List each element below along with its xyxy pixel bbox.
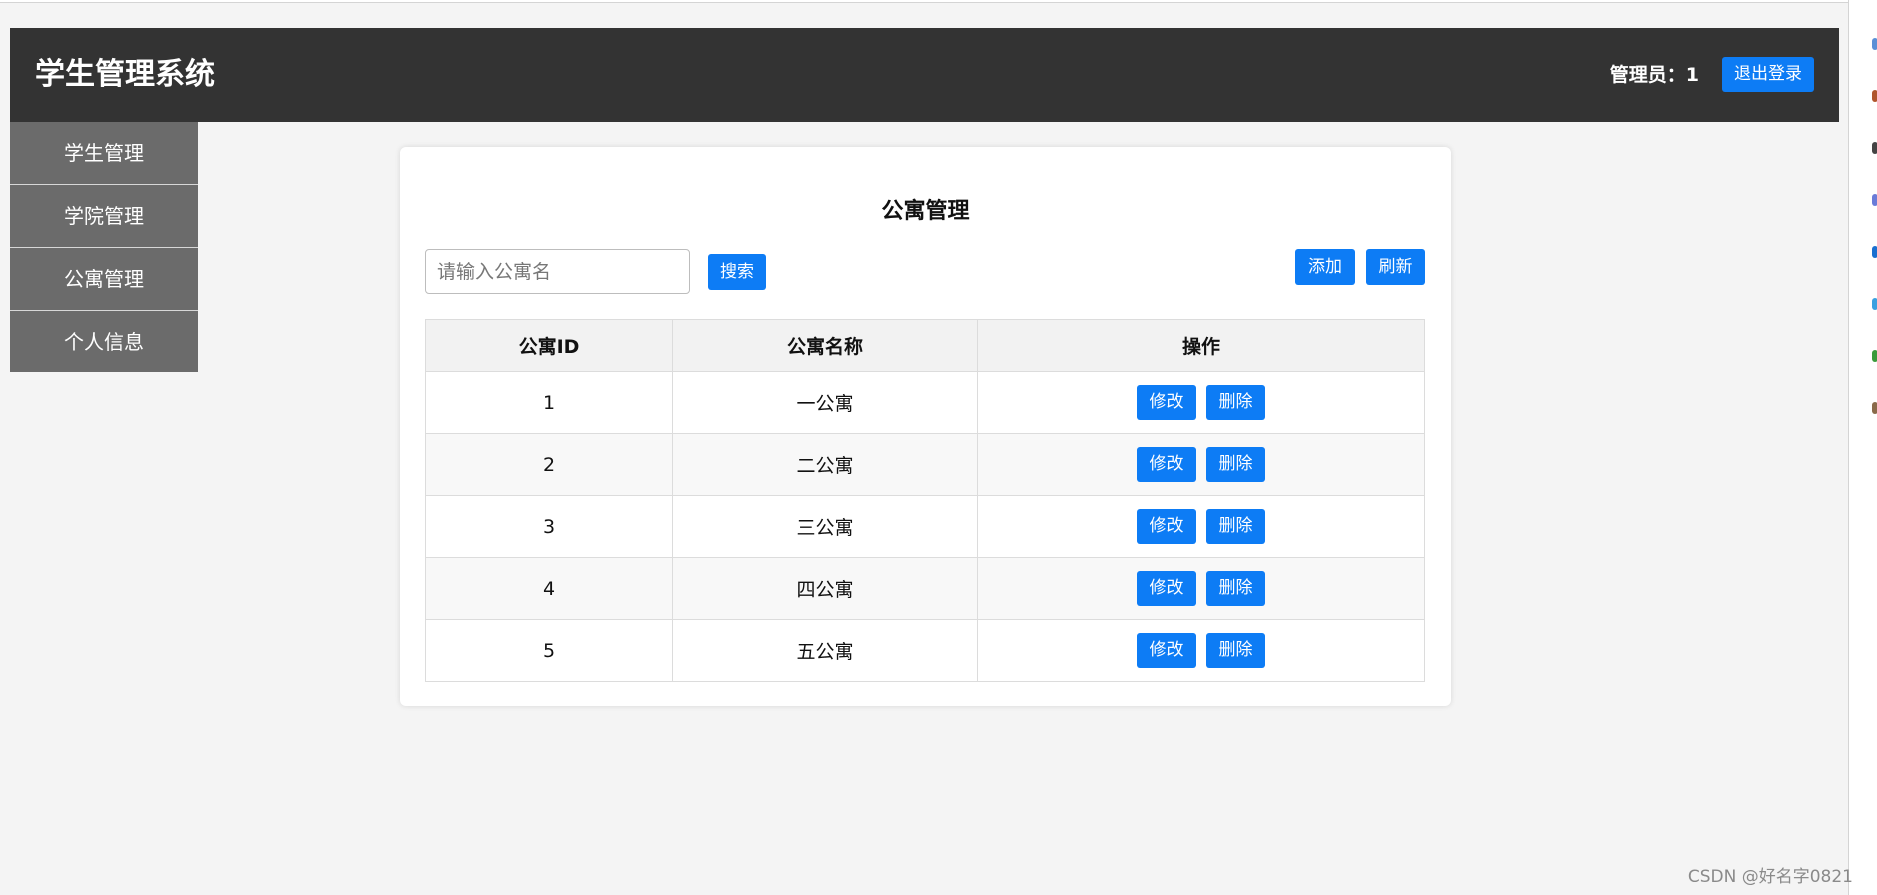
cell-name: 三公寓: [672, 495, 978, 558]
sidebar-item-students[interactable]: 学生管理: [10, 122, 198, 185]
edit-button[interactable]: 修改: [1137, 571, 1196, 606]
table-row: 1 一公寓 修改 删除: [425, 371, 1425, 434]
table-row: 2 二公寓 修改 删除: [425, 433, 1425, 496]
apartment-panel: 公寓管理 搜索 添加 刷新 公寓ID 公寓名称 操作 1 一公寓 修改删除 2 …: [400, 147, 1451, 706]
sidebar-nav: 学生管理 学院管理 公寓管理 个人信息: [10, 122, 198, 372]
column-header-id: 公寓ID: [425, 319, 673, 372]
cell-actions: 修改 删除: [977, 557, 1425, 620]
extension-icon[interactable]: [1872, 350, 1877, 362]
table-header-row: 公寓ID 公寓名称 操作: [425, 319, 1425, 372]
app-title: 学生管理系统: [35, 57, 215, 92]
edit-button[interactable]: 修改: [1137, 509, 1196, 544]
cell-name: 四公寓: [672, 557, 978, 620]
column-header-name: 公寓名称: [672, 319, 978, 372]
watermark: CSDN @好名字0821: [1687, 867, 1853, 887]
sidebar-item-apartments[interactable]: 公寓管理: [10, 248, 198, 311]
extension-icon[interactable]: [1872, 38, 1877, 50]
delete-button[interactable]: 删除: [1206, 509, 1265, 544]
column-header-actions: 操作: [977, 319, 1425, 372]
add-button[interactable]: 添加: [1295, 249, 1355, 285]
search-input[interactable]: [425, 249, 690, 294]
cell-id: 3: [425, 495, 673, 558]
delete-button[interactable]: 删除: [1206, 447, 1265, 482]
table-row: 3 三公寓 修改 删除: [425, 495, 1425, 558]
sidebar-item-profile[interactable]: 个人信息: [10, 311, 198, 372]
cell-name: 二公寓: [672, 433, 978, 496]
cell-id: 4: [425, 557, 673, 620]
app-header: 学生管理系统 管理员：1 退出登录: [10, 28, 1839, 122]
delete-button[interactable]: 删除: [1206, 633, 1265, 668]
cell-actions: 修改 删除: [977, 371, 1425, 434]
extension-icon[interactable]: [1872, 402, 1877, 414]
extension-icon[interactable]: [1872, 246, 1877, 258]
delete-button[interactable]: 删除: [1206, 385, 1265, 420]
page-title: 公寓管理: [881, 199, 970, 224]
admin-info: 管理员：1: [1609, 64, 1699, 86]
table-row: 5 五公寓 修改 删除: [425, 619, 1425, 682]
refresh-button[interactable]: 刷新: [1366, 249, 1425, 285]
table-row: 4 四公寓 修改 删除: [425, 557, 1425, 620]
cell-id: 2: [425, 433, 673, 496]
extension-icon[interactable]: [1872, 298, 1877, 310]
browser-top-border: [0, 0, 1848, 3]
cell-name: 一公寓: [672, 371, 978, 434]
cell-actions: 修改 删除: [977, 619, 1425, 682]
cell-id: 1: [425, 371, 673, 434]
browser-side-panel: [1848, 0, 1877, 895]
cell-id: 5: [425, 619, 673, 682]
cell-actions: 修改 删除: [977, 433, 1425, 496]
logout-button[interactable]: 退出登录: [1722, 57, 1814, 92]
cell-actions: 修改 删除: [977, 495, 1425, 558]
search-button[interactable]: 搜索: [708, 254, 766, 290]
extension-icon[interactable]: [1872, 90, 1877, 102]
edit-button[interactable]: 修改: [1137, 447, 1196, 482]
cell-name: 五公寓: [672, 619, 978, 682]
delete-button[interactable]: 删除: [1206, 571, 1265, 606]
extension-icon[interactable]: [1872, 142, 1877, 154]
sidebar-item-colleges[interactable]: 学院管理: [10, 185, 198, 248]
extension-icon[interactable]: [1872, 194, 1877, 206]
edit-button[interactable]: 修改: [1137, 633, 1196, 668]
apartment-table: 公寓ID 公寓名称 操作 1 一公寓 修改 删除 2 二公寓 修改 删除 3 三…: [425, 319, 1425, 682]
edit-button[interactable]: 修改: [1137, 385, 1196, 420]
